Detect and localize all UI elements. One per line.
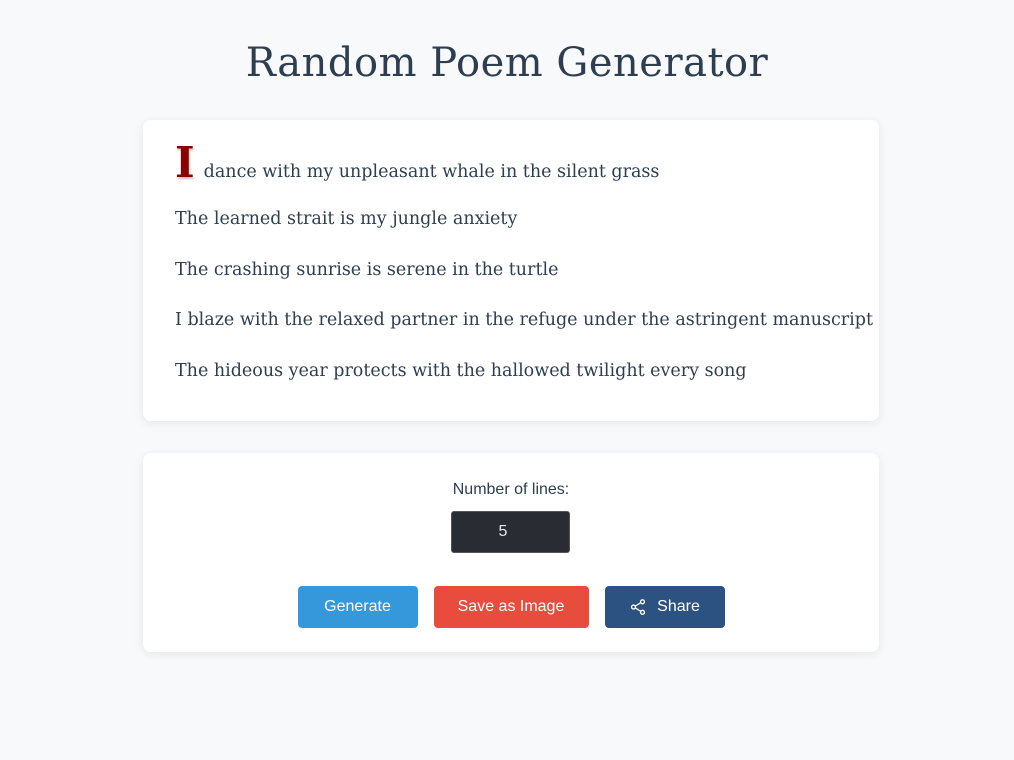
poem-line-5: The hideous year protects with the hallo…	[175, 360, 747, 381]
save-image-button[interactable]: Save as Image	[433, 586, 589, 628]
button-row: Generate Save as Image Share	[143, 586, 879, 628]
poem-line-3: The crashing sunrise is serene in the tu…	[175, 259, 559, 280]
share-button[interactable]: Share	[604, 586, 725, 628]
controls-card: Number of lines: Generate Save as Image …	[143, 453, 879, 652]
drop-cap: I	[175, 138, 195, 187]
share-label: Share	[657, 598, 700, 615]
generate-button[interactable]: Generate	[297, 586, 418, 628]
poem-line-1: I dance with my unpleasant whale in the …	[175, 138, 847, 194]
lines-label: Number of lines:	[452, 481, 570, 498]
lines-input[interactable]	[451, 511, 570, 553]
poem-line-2: The learned strait is my jungle anxiety	[175, 209, 518, 229]
share-icon	[631, 599, 646, 615]
page-title: Random Poem Generator	[245, 40, 769, 86]
poem-line-1-text: dance with my unpleasant whale in the si…	[203, 162, 660, 182]
poem-card: I dance with my unpleasant whale in the …	[143, 120, 879, 421]
poem-line-4: I blaze with the relaxed partner in the …	[175, 310, 873, 330]
